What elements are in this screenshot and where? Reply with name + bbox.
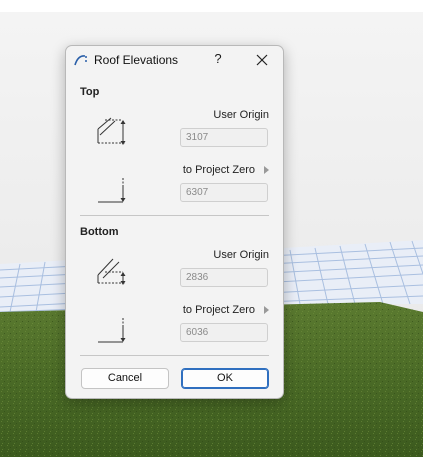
section-divider: [80, 215, 269, 216]
roof-arch-icon: [74, 53, 88, 67]
bottom-project-zero-label-text: to Project Zero: [182, 304, 255, 316]
section-label-bottom: Bottom: [80, 226, 119, 238]
footer-divider: [80, 355, 269, 356]
section-label-top: Top: [80, 86, 100, 98]
bottom-project-zero-label[interactable]: to Project Zero: [183, 304, 269, 316]
top-project-zero-label[interactable]: to Project Zero: [183, 164, 269, 176]
top-project-zero-label-text: to Project Zero: [182, 164, 255, 176]
help-button[interactable]: ?: [210, 51, 226, 69]
top-project-zero-value[interactable]: 6307: [180, 183, 268, 202]
cancel-button[interactable]: Cancel: [81, 368, 169, 389]
top-project-zero-elevation-icon: [95, 176, 129, 209]
close-button[interactable]: [252, 51, 272, 69]
dialog-titlebar[interactable]: Roof Elevations ?: [66, 46, 283, 74]
top-user-origin-label: User Origin: [213, 109, 269, 121]
bottom-project-zero-elevation-icon: [95, 316, 129, 349]
bottom-user-origin-label: User Origin: [213, 249, 269, 261]
top-user-origin-elevation-icon: [95, 115, 129, 150]
roof-elevations-dialog: Roof Elevations ? Top User Origin 3107 t…: [65, 45, 284, 399]
bottom-project-zero-value[interactable]: 6036: [180, 323, 268, 342]
close-icon: [256, 54, 268, 66]
dialog-title: Roof Elevations: [94, 53, 179, 67]
ok-button[interactable]: OK: [181, 368, 269, 389]
top-user-origin-value[interactable]: 3107: [180, 128, 268, 147]
bottom-user-origin-value[interactable]: 2836: [180, 268, 268, 287]
chevron-right-icon: [264, 306, 269, 315]
chevron-right-icon: [264, 166, 269, 175]
bottom-user-origin-elevation-icon: [95, 255, 129, 290]
